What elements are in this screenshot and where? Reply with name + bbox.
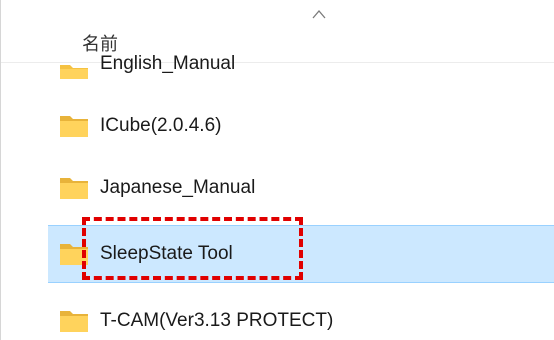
folder-icon xyxy=(60,116,88,137)
folder-icon xyxy=(60,65,88,79)
folder-icon xyxy=(60,311,88,332)
list-item-label: SleepState Tool xyxy=(100,243,233,264)
file-list-pane: 名前 English_Manual ICube(2.0.4.6) Japanes… xyxy=(0,0,554,340)
list-item[interactable]: English_Manual xyxy=(48,39,554,79)
list-item[interactable]: ICube(2.0.4.6) xyxy=(48,101,554,151)
chevron-up-icon[interactable] xyxy=(311,8,327,20)
list-item-label: T-CAM(Ver3.13 PROTECT) xyxy=(100,310,334,331)
list-item[interactable]: Japanese_Manual xyxy=(48,163,554,213)
list-item-label: English_Manual xyxy=(100,53,236,74)
pane-left-border xyxy=(0,0,1,340)
list-item-label: Japanese_Manual xyxy=(100,177,256,198)
list-item[interactable]: T-CAM(Ver3.13 PROTECT) xyxy=(48,296,554,340)
folder-icon xyxy=(60,244,88,265)
list-item-selected[interactable]: SleepState Tool xyxy=(48,225,554,283)
folder-icon xyxy=(60,178,88,199)
list-item-label: ICube(2.0.4.6) xyxy=(100,115,222,136)
